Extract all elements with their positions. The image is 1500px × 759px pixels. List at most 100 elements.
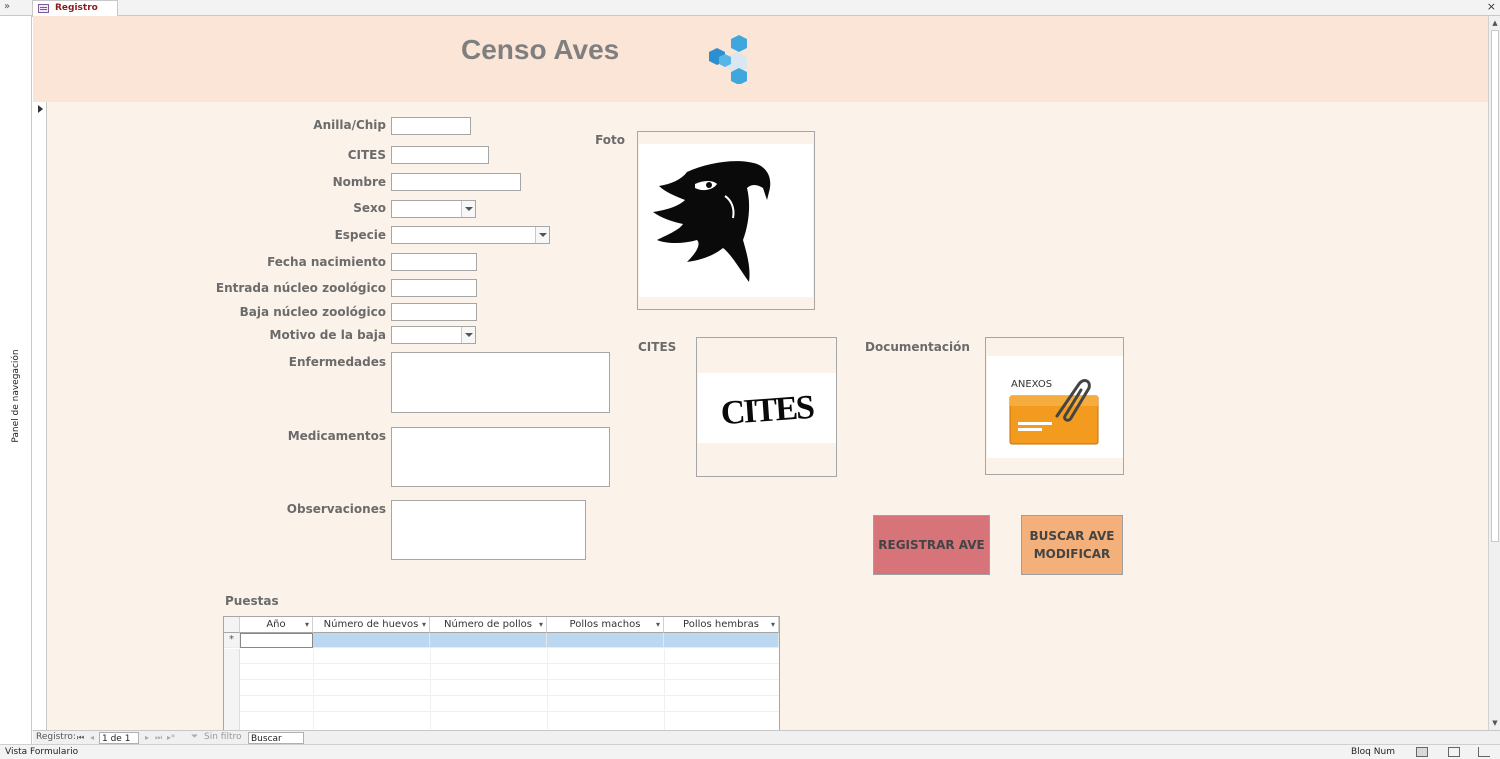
chevron-down-icon[interactable] — [461, 201, 475, 217]
sexo-select[interactable] — [391, 200, 476, 218]
scroll-up-icon[interactable]: ▲ — [1491, 18, 1499, 28]
navigation-pane[interactable]: Panel de navegación — [0, 16, 32, 744]
nav-pane-toggle-icon[interactable]: » — [4, 0, 10, 14]
new-row-hembras-cell[interactable] — [664, 633, 779, 648]
new-row-huevos-cell[interactable] — [313, 633, 430, 648]
motivo-baja-label: Motivo de la baja — [269, 328, 386, 342]
puestas-label: Puestas — [225, 594, 279, 608]
grid-line — [240, 711, 779, 712]
scrollbar-thumb[interactable] — [1491, 30, 1499, 542]
column-header-anio[interactable]: Año ▾ — [240, 617, 313, 633]
grid-line — [430, 649, 431, 730]
puestas-subform[interactable]: Año ▾ Número de huevos ▾ Número de pollos ▾… — [223, 616, 780, 730]
form-view-icon[interactable] — [1416, 747, 1428, 757]
eagle-icon — [653, 161, 771, 282]
nombre-label: Nombre — [332, 175, 386, 189]
form-registro-aves: Censo Aves Anilla/Chip CITES Nombre Sexo… — [33, 16, 1488, 730]
observaciones-textarea[interactable] — [391, 500, 586, 560]
anexos-folder-icon: ANEXOS — [1009, 379, 1099, 445]
grid-line — [547, 649, 548, 730]
foto-image — [639, 144, 813, 297]
anexos-text: ANEXOS — [1011, 379, 1052, 390]
status-bar: Vista Formulario Bloq Num — [0, 744, 1500, 759]
hexagon-logo-icon — [709, 35, 747, 84]
fecha-nacimiento-label: Fecha nacimiento — [267, 255, 386, 269]
grid-line — [240, 663, 779, 664]
especie-label: Especie — [334, 228, 386, 242]
cites-image-label: CITES — [638, 340, 677, 354]
observaciones-label: Observaciones — [286, 502, 386, 516]
documentacion-label: Documentación — [865, 340, 970, 354]
scroll-down-icon[interactable]: ▼ — [1491, 718, 1499, 728]
buscar-ave-modificar-button[interactable]: BUSCAR AVE MODIFICAR — [1021, 515, 1123, 575]
entrada-nucleo-input[interactable] — [391, 279, 477, 297]
cites-frame[interactable]: CITES — [696, 337, 837, 477]
nombre-input[interactable] — [391, 173, 521, 191]
layout-view-icon[interactable] — [1448, 747, 1460, 757]
chevron-down-icon[interactable] — [461, 327, 475, 343]
baja-nucleo-label: Baja núcleo zoológico — [239, 305, 386, 319]
column-header-pollos-machos[interactable]: Pollos machos ▾ — [547, 617, 664, 633]
medicamentos-label: Medicamentos — [287, 429, 386, 443]
fecha-nacimiento-input[interactable] — [391, 253, 477, 271]
new-row-pollos-cell[interactable] — [430, 633, 547, 648]
new-row-machos-cell[interactable] — [547, 633, 664, 648]
cites-input[interactable] — [391, 146, 489, 164]
vertical-scrollbar[interactable]: ▲ ▼ — [1488, 16, 1500, 730]
chevron-down-icon: ▾ — [655, 620, 660, 629]
num-lock-indicator: Bloq Num — [1351, 747, 1395, 757]
close-icon[interactable]: × — [1487, 0, 1496, 14]
grid-line — [664, 649, 665, 730]
filter-status[interactable]: Sin filtro — [204, 731, 242, 744]
document-tab-bar: » Registro Aves × — [0, 0, 1500, 28]
cites-logo-icon: CITES — [720, 389, 815, 432]
documentacion-image: ANEXOS — [987, 356, 1123, 458]
medicamentos-textarea[interactable] — [391, 427, 610, 487]
column-header-numero-huevos[interactable]: Número de huevos ▾ — [313, 617, 430, 633]
grid-line — [240, 695, 779, 696]
buscar-ave-line1: BUSCAR AVE — [1029, 529, 1115, 543]
chevron-down-icon: ▾ — [538, 620, 543, 629]
record-nav-label: Registro: — [36, 732, 76, 742]
grid-line — [313, 649, 314, 730]
baja-nucleo-input[interactable] — [391, 303, 477, 321]
chevron-down-icon[interactable] — [535, 227, 549, 243]
anilla-chip-input[interactable] — [391, 117, 471, 135]
enfermedades-label: Enfermedades — [288, 355, 386, 369]
last-record-icon[interactable]: ⏭ — [155, 731, 162, 744]
enfermedades-textarea[interactable] — [391, 352, 610, 413]
grid-line — [240, 679, 779, 680]
cites-image: CITES — [698, 373, 836, 443]
chevron-down-icon: ▾ — [770, 620, 775, 629]
anilla-chip-label: Anilla/Chip — [313, 118, 386, 132]
new-record-icon[interactable]: ▸* — [167, 731, 175, 744]
new-row-selector[interactable]: * — [224, 633, 240, 648]
previous-record-icon[interactable]: ◂ — [90, 731, 94, 744]
column-header-pollos-hembras[interactable]: Pollos hembras ▾ — [664, 617, 779, 633]
tab-registro-aves[interactable]: Registro Aves — [32, 0, 118, 28]
chevron-down-icon: ▾ — [421, 620, 426, 629]
filter-icon[interactable]: ⏷ — [191, 731, 198, 744]
column-header-numero-pollos[interactable]: Número de pollos ▾ — [430, 617, 547, 633]
cites-label: CITES — [347, 148, 386, 162]
first-record-icon[interactable]: ⏮ — [77, 731, 84, 744]
especie-select[interactable] — [391, 226, 550, 244]
page-title: Censo Aves — [461, 34, 620, 65]
search-input[interactable]: Buscar — [248, 732, 304, 744]
motivo-baja-select[interactable] — [391, 326, 476, 344]
buscar-ave-line2: MODIFICAR — [1033, 547, 1111, 561]
design-view-icon[interactable] — [1478, 747, 1490, 757]
form-tab-icon — [38, 4, 49, 13]
registrar-ave-button[interactable]: REGISTRAR AVE — [873, 515, 990, 575]
chevron-down-icon: ▾ — [304, 620, 309, 629]
navigation-pane-label[interactable]: Panel de navegación — [11, 349, 21, 442]
new-row-anio-cell[interactable] — [240, 633, 313, 648]
foto-frame[interactable] — [637, 131, 815, 310]
sexo-label: Sexo — [353, 201, 386, 215]
record-selector[interactable] — [33, 102, 47, 730]
next-record-icon[interactable]: ▸ — [145, 731, 149, 744]
grid-select-all[interactable] — [224, 617, 240, 633]
documentacion-frame[interactable]: ANEXOS — [985, 337, 1124, 475]
view-status: Vista Formulario — [5, 747, 79, 757]
record-position-input[interactable]: 1 de 1 — [99, 732, 139, 744]
